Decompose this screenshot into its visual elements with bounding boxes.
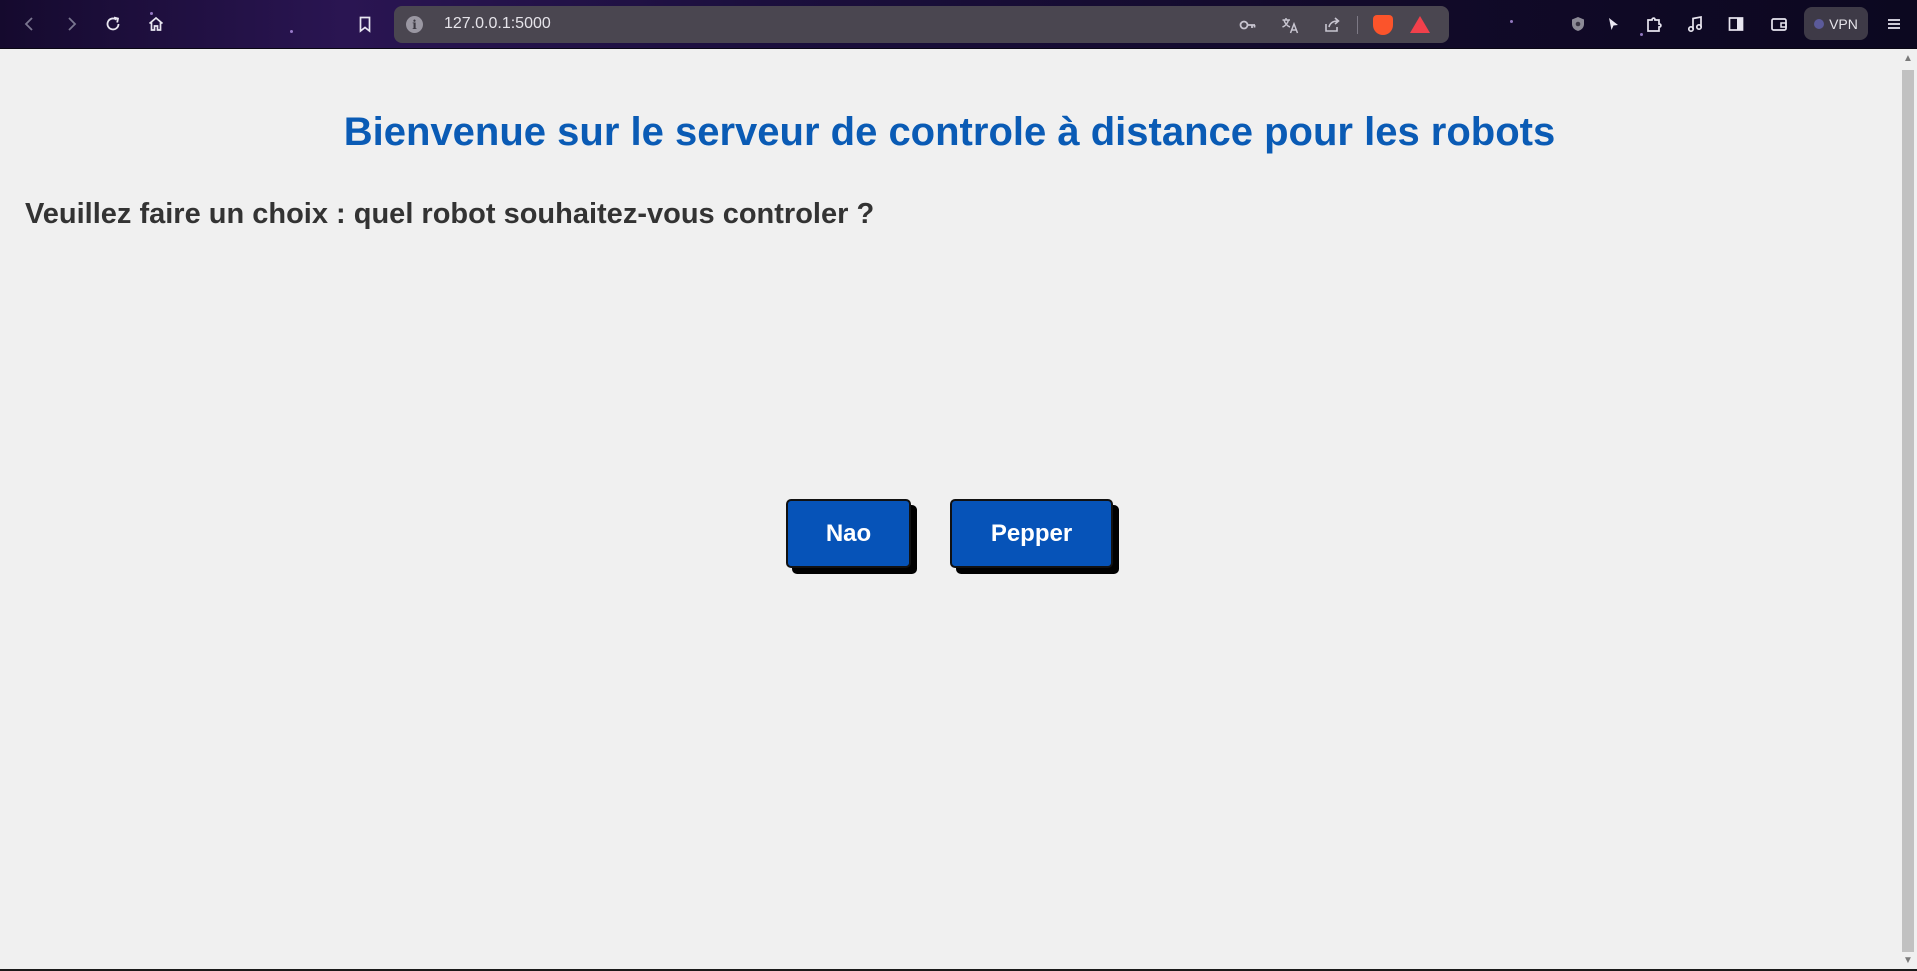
back-arrow-icon [24, 17, 33, 31]
page-content: Bienvenue sur le serveur de controle à d… [0, 50, 1899, 971]
vertical-scrollbar[interactable]: ▲ ▼ [1899, 50, 1917, 971]
bookmark-icon [359, 16, 371, 33]
back-button[interactable] [15, 9, 45, 39]
site-info-icon[interactable]: i [406, 16, 423, 33]
share-icon[interactable] [1321, 14, 1343, 36]
background-star [290, 30, 293, 33]
url-divider [1357, 16, 1358, 34]
sidebar-icon [1728, 17, 1744, 31]
vpn-label: VPN [1829, 15, 1858, 32]
translate-icon[interactable] [1279, 14, 1301, 36]
extensions-button[interactable] [1639, 9, 1669, 39]
main-menu-button[interactable] [1879, 9, 1909, 39]
music-note-icon [1687, 15, 1703, 33]
url-text[interactable]: 127.0.0.1:5000 [444, 15, 551, 33]
home-icon [148, 16, 164, 31]
pepper-button[interactable]: Pepper [950, 499, 1113, 568]
scroll-down-arrow-icon[interactable]: ▼ [1903, 956, 1913, 966]
background-star [1510, 20, 1513, 23]
vpn-button[interactable]: VPN [1804, 7, 1868, 40]
extension-shield-button[interactable] [1563, 9, 1593, 39]
cursor-extension-button[interactable] [1598, 9, 1628, 39]
key-icon[interactable] [1237, 14, 1259, 36]
address-bar[interactable]: i 127.0.0.1:5000 [394, 6, 1449, 43]
scrollbar-thumb[interactable] [1902, 70, 1914, 952]
scroll-up-arrow-icon[interactable]: ▲ [1903, 54, 1913, 64]
shield-icon [1572, 17, 1584, 31]
home-button[interactable] [141, 9, 171, 39]
wallet-button[interactable] [1764, 9, 1794, 39]
reload-button[interactable] [98, 9, 128, 39]
page-title: Bienvenue sur le serveur de controle à d… [343, 110, 1556, 154]
bookmark-button[interactable] [350, 9, 380, 39]
brave-rewards-icon[interactable] [1410, 16, 1430, 33]
cursor-icon [1609, 18, 1618, 30]
forward-button[interactable] [56, 9, 86, 39]
puzzle-icon [1647, 17, 1662, 32]
hamburger-menu-icon [1888, 19, 1900, 29]
nao-button[interactable]: Nao [786, 499, 911, 568]
brave-lion-icon[interactable] [1373, 15, 1393, 35]
sidebar-button[interactable] [1721, 9, 1751, 39]
page-subtitle: Veuillez faire un choix : quel robot sou… [25, 198, 875, 230]
media-button[interactable] [1680, 9, 1710, 39]
browser-toolbar: i 127.0.0.1:5000 VPN [0, 0, 1917, 49]
forward-arrow-icon [68, 17, 77, 31]
wallet-icon [1771, 18, 1787, 31]
reload-icon [106, 16, 120, 31]
vpn-status-icon [1814, 18, 1825, 29]
